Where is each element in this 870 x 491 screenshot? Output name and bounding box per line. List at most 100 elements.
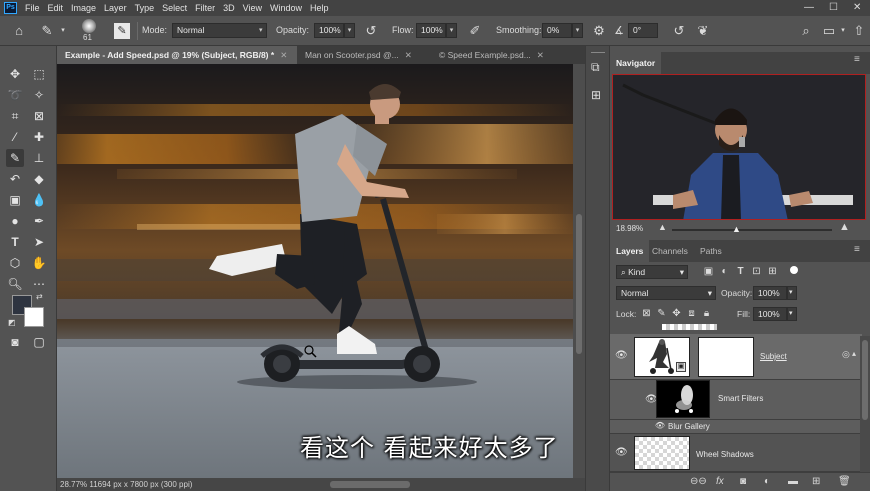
home-icon[interactable]: ⌂ (10, 22, 28, 40)
chevron-down-icon[interactable]: ▾ (54, 22, 72, 40)
trash-icon[interactable]: 🗑︎ (838, 476, 851, 487)
pixel-filter-icon[interactable]: ▣ (702, 265, 715, 278)
path-select-icon[interactable]: ➤ (30, 233, 48, 251)
dodge-tool-icon[interactable]: ● (6, 212, 24, 230)
close-icon[interactable]: ✕ (853, 2, 861, 13)
eraser-icon[interactable]: ◆ (30, 170, 48, 188)
more-tools-icon[interactable]: ⋯ (30, 275, 48, 293)
menu-view[interactable]: View (239, 3, 266, 13)
symmetry-icon[interactable]: ❦ (694, 22, 712, 40)
layer-fill-input[interactable]: 100% (753, 307, 787, 321)
layer-name[interactable]: Wheel Shadows (696, 450, 754, 459)
smart-filter-mask-thumbnail[interactable] (656, 380, 710, 418)
brush-settings-icon[interactable]: ✎ (114, 23, 130, 39)
menu-layer[interactable]: Layer (100, 3, 131, 13)
shape-tool-icon[interactable]: ⬡ (6, 254, 24, 272)
zoom-slider-track[interactable] (672, 229, 832, 231)
maximize-icon[interactable]: ☐ (829, 2, 838, 13)
layer-row-blur-gallery[interactable]: 👁︎ Blur Gallery (610, 420, 862, 434)
panel-menu-icon[interactable]: ≡ (854, 54, 860, 65)
gear-icon[interactable]: ⚙ (590, 22, 608, 40)
default-colors-icon[interactable]: ◩ (8, 318, 16, 327)
new-layer-icon[interactable]: ⊞ (812, 476, 820, 487)
add-mask-icon[interactable]: ◙ (740, 476, 746, 487)
move-tool-icon[interactable]: ✥ (6, 65, 24, 83)
angle-input[interactable]: 0° (628, 23, 658, 38)
menu-window[interactable]: Window (266, 3, 306, 13)
stamp-tool-icon[interactable]: ⊥ (30, 149, 48, 167)
smoothing-input[interactable]: 0% (542, 23, 572, 38)
tab-example-add-speed[interactable]: Example - Add Speed.psd @ 19% (Subject, … (57, 46, 297, 64)
lock-artboard-icon[interactable]: ⧈ (685, 307, 698, 320)
layer-row-wheel-shadows[interactable]: 👁︎ Wheel Shadows (610, 434, 862, 472)
layer-filter-select[interactable]: ⌕ Kind ▾ (616, 265, 688, 279)
flow-input[interactable]: 100% (416, 23, 446, 38)
zoom-in-icon[interactable]: ▲ (839, 221, 850, 233)
navigator-preview[interactable] (612, 74, 866, 220)
quick-mask-icon[interactable]: ◙ (6, 333, 24, 351)
crop-tool-icon[interactable]: ⌗ (6, 107, 24, 125)
minimize-icon[interactable]: — (804, 2, 814, 13)
blend-mode-select[interactable]: Normal ▾ (616, 286, 716, 300)
smoothing-caret[interactable]: ▾ (572, 23, 583, 38)
opacity-input[interactable]: 100% (314, 23, 344, 38)
canvas-vertical-scrollbar[interactable] (573, 64, 585, 478)
chevron-down-icon[interactable]: ▴ (852, 349, 856, 358)
layer-row-smart-filters[interactable]: 👁︎ Smart Filters (610, 380, 862, 420)
properties-panel-icon[interactable]: ⊞ (591, 88, 601, 102)
swap-colors-icon[interactable]: ⇄ (36, 292, 43, 301)
tab-channels[interactable]: Channels (646, 240, 694, 262)
menu-filter[interactable]: Filter (191, 3, 219, 13)
layer-opacity-input[interactable]: 100% (753, 286, 787, 300)
share-icon[interactable]: ⇧ (850, 22, 868, 40)
history-panel-icon[interactable]: ⧉ (591, 60, 600, 75)
adjustment-filter-icon[interactable]: ◐ (718, 265, 731, 278)
pen-tool-icon[interactable]: ✒ (30, 212, 48, 230)
zoom-tool-icon[interactable]: 🔍︎ (6, 275, 24, 293)
menu-image[interactable]: Image (67, 3, 100, 13)
panel-menu-icon[interactable]: ≡ (854, 244, 860, 255)
type-filter-icon[interactable]: T (734, 265, 747, 278)
menu-type[interactable]: Type (131, 3, 159, 13)
blur-tool-icon[interactable]: 💧 (30, 191, 48, 209)
menu-select[interactable]: Select (158, 3, 191, 13)
tab-paths[interactable]: Paths (694, 240, 728, 262)
link-layers-icon[interactable]: ⊖⊖ (690, 476, 707, 487)
menu-edit[interactable]: Edit (44, 3, 68, 13)
menu-help[interactable]: Help (306, 3, 333, 13)
filter-toggle-icon[interactable] (790, 266, 798, 274)
history-brush-icon[interactable]: ↶ (6, 170, 24, 188)
zoom-out-icon[interactable]: ▲ (658, 222, 667, 232)
airbrush-icon[interactable]: ✐ (466, 22, 484, 40)
tab-speed-example[interactable]: © Speed Example.psd... ✕ (431, 46, 585, 64)
type-tool-icon[interactable]: T (6, 233, 24, 251)
lock-position-icon[interactable]: ✥ (670, 307, 683, 320)
adjustment-layer-icon[interactable]: ◐ (764, 476, 770, 487)
eye-icon[interactable]: 👁︎ (615, 447, 628, 458)
brush-tool-icon[interactable]: ✎ (6, 149, 24, 167)
lasso-tool-icon[interactable]: ➰ (6, 86, 24, 104)
tab-man-on-scooter[interactable]: Man on Scooter.psd @... ✕ (297, 46, 431, 64)
lock-pixels-icon[interactable]: ✎ (655, 307, 668, 320)
zoom-slider-handle[interactable]: ▲ (732, 224, 741, 234)
fill-caret[interactable]: ▾ (787, 307, 797, 321)
scroll-thumb[interactable] (576, 214, 582, 354)
menu-3d[interactable]: 3D (219, 3, 239, 13)
pressure-size-icon[interactable]: ↺ (670, 22, 688, 40)
lock-transparent-icon[interactable]: ⊠ (640, 307, 653, 320)
eye-icon[interactable]: 👁︎ (615, 350, 628, 361)
canvas-horizontal-scrollbar[interactable] (330, 481, 410, 488)
layers-scrollbar[interactable] (860, 336, 870, 476)
layer-mask-thumbnail[interactable] (698, 337, 754, 377)
opacity-caret[interactable]: ▾ (344, 23, 355, 38)
navigator-zoom-value[interactable]: 18.98% (616, 224, 643, 233)
screen-mode-icon[interactable]: ▢ (30, 333, 48, 351)
scroll-thumb[interactable] (862, 340, 868, 420)
marquee-tool-icon[interactable]: ⬚ (30, 65, 48, 83)
menu-file[interactable]: File (21, 3, 44, 13)
healing-brush-icon[interactable]: ✚ (30, 128, 48, 146)
lock-all-icon[interactable]: 🔒︎ (700, 307, 713, 320)
layer-name[interactable]: Subject (760, 352, 787, 361)
search-icon[interactable]: ⌕ (797, 22, 815, 40)
brush-preview-icon[interactable] (82, 19, 96, 33)
